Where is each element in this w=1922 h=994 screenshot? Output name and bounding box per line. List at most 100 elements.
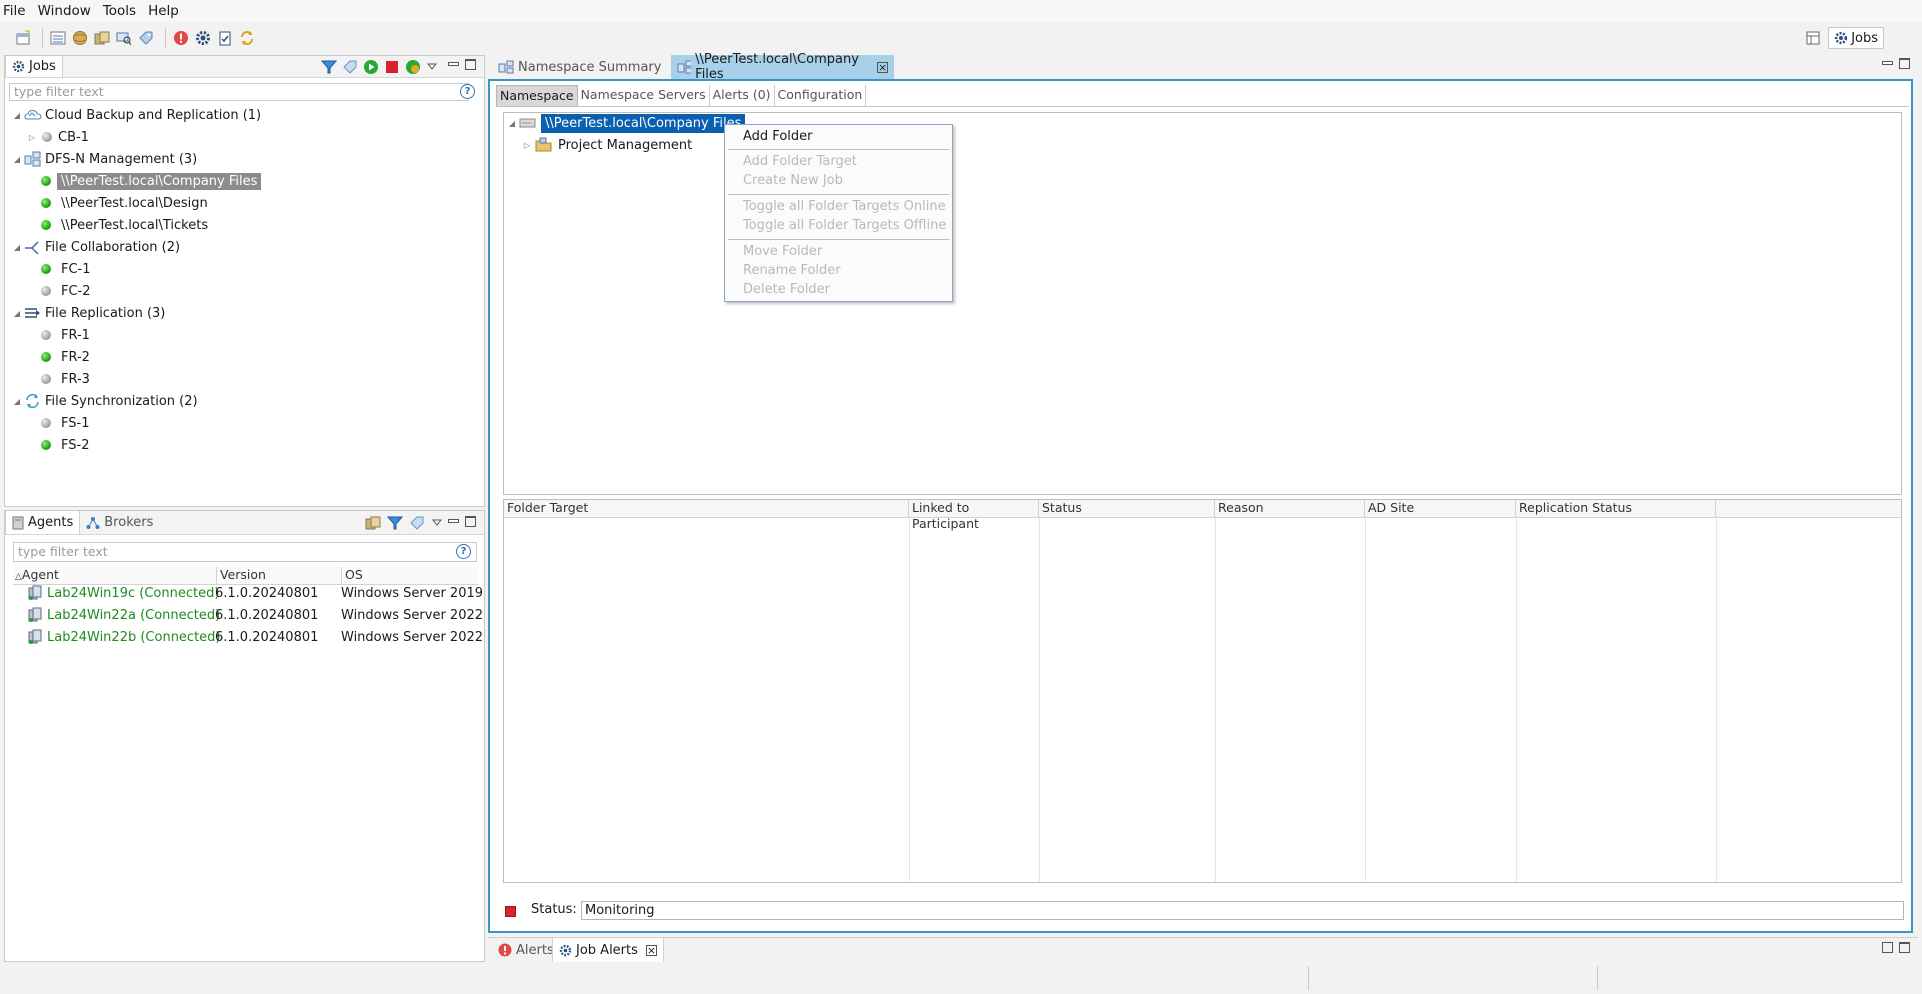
column-linked-participant[interactable]: Linked to Participant — [909, 500, 1039, 531]
tree-group-replication[interactable]: ◢ File Replication (3) — [12, 304, 165, 322]
tab-jobs[interactable]: Jobs — [5, 56, 63, 77]
column-status[interactable]: Status — [1039, 500, 1215, 517]
agents-filter-input[interactable]: type filter text — [13, 542, 477, 562]
menu-tools[interactable]: Tools — [97, 0, 142, 22]
restart-job-icon[interactable] — [405, 59, 421, 75]
tree-item-fr3[interactable]: FR-3 — [41, 370, 90, 388]
tree-group-cloud[interactable]: ◢ Cloud Backup and Replication (1) — [12, 106, 261, 124]
menu-window[interactable]: Window — [32, 0, 97, 22]
column-os[interactable]: OS — [342, 567, 479, 584]
collapsed-icon[interactable]: ▷ — [522, 141, 532, 150]
alert-icon[interactable] — [172, 29, 190, 47]
open-perspective-icon[interactable] — [1804, 29, 1822, 47]
gear-icon[interactable] — [194, 29, 212, 47]
maximize-icon[interactable] — [1899, 942, 1910, 953]
expand-icon[interactable]: ◢ — [507, 119, 517, 128]
tree-item-tickets[interactable]: \\PeerTest.local\Tickets — [41, 216, 208, 234]
globe-icon[interactable] — [71, 29, 89, 47]
tab-alerts[interactable]: Alerts — [492, 938, 560, 962]
jobs-filter-input[interactable]: type filter text — [9, 83, 469, 101]
tag-icon[interactable] — [409, 515, 425, 531]
filter-icon[interactable] — [321, 59, 337, 75]
column-ad-site[interactable]: AD Site — [1365, 500, 1516, 517]
tab-brokers[interactable]: Brokers — [80, 511, 159, 534]
subtab-namespace-servers[interactable]: Namespace Servers — [578, 85, 710, 107]
namespace-root[interactable]: ◢ \\PeerTest.local\Company Files — [507, 113, 746, 133]
tree-item-fc1[interactable]: FC-1 — [41, 260, 91, 278]
agents-icon[interactable] — [365, 515, 381, 531]
expand-icon[interactable]: ◢ — [12, 155, 22, 164]
expand-icon[interactable]: ◢ — [12, 309, 22, 318]
expand-icon[interactable]: ◢ — [12, 397, 22, 406]
namespace-child[interactable]: ▷ Project Management — [522, 136, 692, 154]
tab-agents[interactable]: Agents — [5, 511, 81, 534]
menu-move-folder[interactable]: Move Folder — [743, 244, 822, 259]
tree-item-cb1[interactable]: ▷ CB-1 — [27, 128, 89, 146]
subtab-namespace[interactable]: Namespace — [496, 85, 578, 107]
clipboard-check-icon[interactable] — [216, 29, 234, 47]
menu-create-new-job[interactable]: Create New Job — [743, 173, 843, 188]
table-row[interactable]: Lab24Win22b (Connected) — [27, 628, 221, 646]
stop-job-icon[interactable] — [384, 59, 400, 75]
menu-toggle-offline[interactable]: Toggle all Folder Targets Offline — [743, 218, 946, 233]
tag-icon[interactable] — [137, 29, 155, 47]
menu-bar: File Window Tools Help — [0, 0, 1922, 22]
minimize-icon[interactable] — [448, 519, 459, 523]
help-icon[interactable]: ? — [460, 84, 475, 99]
subtab-alerts[interactable]: Alerts (0) — [710, 85, 775, 107]
table-row[interactable]: Lab24Win22a (Connected) — [27, 606, 220, 624]
tree-item-design[interactable]: \\PeerTest.local\Design — [41, 194, 208, 212]
maximize-icon[interactable] — [465, 59, 476, 70]
sync-icon[interactable] — [238, 29, 256, 47]
restore-icon[interactable] — [1882, 942, 1893, 953]
tree-item-fr2[interactable]: FR-2 — [41, 348, 90, 366]
tab-company-files[interactable]: \\PeerTest.local\Company Files × — [671, 52, 894, 82]
view-menu-icon[interactable] — [431, 517, 443, 529]
tree-group-dfsn[interactable]: ◢ DFS-N Management (3) — [12, 150, 197, 168]
maximize-icon[interactable] — [465, 516, 476, 527]
menu-delete-folder[interactable]: Delete Folder — [743, 282, 830, 297]
alerts-window-controls — [1882, 942, 1910, 953]
tree-item-company-files[interactable]: \\PeerTest.local\Company Files — [41, 172, 262, 190]
tree-item-fs1[interactable]: FS-1 — [41, 414, 89, 432]
tab-namespace-summary[interactable]: Namespace Summary — [492, 55, 667, 79]
close-icon[interactable]: × — [645, 944, 657, 956]
start-job-icon[interactable] — [363, 59, 379, 75]
agents-icon[interactable] — [93, 29, 111, 47]
menu-toggle-online[interactable]: Toggle all Folder Targets Online — [743, 199, 946, 214]
job-list-icon[interactable] — [49, 29, 67, 47]
tag-icon[interactable] — [342, 59, 358, 75]
expand-icon[interactable]: ◢ — [12, 111, 22, 120]
tree-item-fr1[interactable]: FR-1 — [41, 326, 90, 344]
help-icon[interactable]: ? — [456, 544, 471, 559]
menu-file[interactable]: File — [0, 0, 32, 22]
tree-item-fc2[interactable]: FC-2 — [41, 282, 91, 300]
view-menu-icon[interactable] — [426, 61, 438, 73]
menu-rename-folder[interactable]: Rename Folder — [743, 263, 841, 278]
close-icon[interactable]: × — [877, 61, 888, 73]
tree-group-collab[interactable]: ◢ File Collaboration (2) — [12, 238, 180, 256]
menu-add-folder[interactable]: Add Folder — [743, 129, 812, 144]
minimize-icon[interactable] — [1882, 61, 1893, 65]
menu-add-folder-target[interactable]: Add Folder Target — [743, 154, 857, 169]
column-folder-target[interactable]: Folder Target — [504, 500, 909, 517]
expand-icon[interactable]: ◢ — [12, 243, 22, 252]
jobs-perspective-button[interactable]: Jobs — [1828, 27, 1884, 49]
column-agent[interactable]: △Agent — [13, 567, 217, 584]
collapsed-icon[interactable]: ▷ — [27, 133, 37, 142]
column-replication-status[interactable]: Replication Status — [1516, 500, 1716, 517]
minimize-icon[interactable] — [448, 62, 459, 66]
maximize-icon[interactable] — [1899, 58, 1910, 69]
monitor-search-icon[interactable] — [115, 29, 133, 47]
menu-help[interactable]: Help — [142, 0, 185, 22]
column-version[interactable]: Version — [217, 567, 342, 584]
tab-job-alerts[interactable]: Job Alerts × — [552, 938, 664, 962]
subtab-configuration[interactable]: Configuration — [775, 85, 867, 107]
filter-icon[interactable] — [387, 515, 403, 531]
status-stop-icon[interactable] — [505, 906, 516, 917]
column-reason[interactable]: Reason — [1215, 500, 1365, 517]
tree-item-fs2[interactable]: FS-2 — [41, 436, 89, 454]
table-row[interactable]: Lab24Win19c (Connected) — [27, 584, 219, 602]
tree-group-sync[interactable]: ◢ File Synchronization (2) — [12, 392, 198, 410]
new-window-icon[interactable] — [14, 29, 32, 47]
